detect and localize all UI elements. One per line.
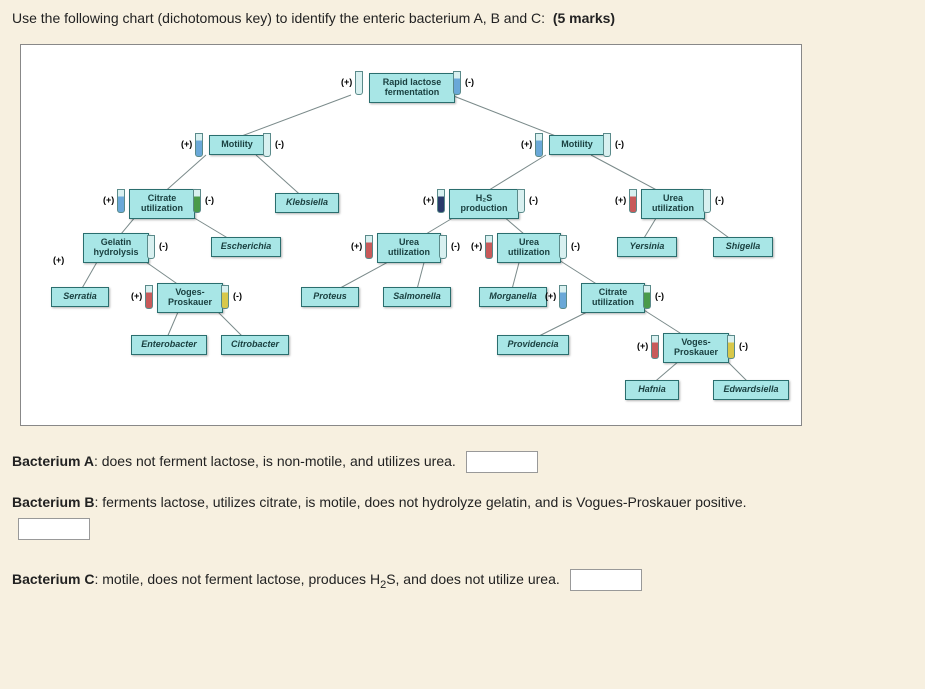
minus-sign: (-)	[465, 77, 474, 87]
node-vp-right: Voges-Proskauer	[663, 333, 729, 363]
dichotomous-key-chart: (+) Rapid lactose fermentation (-) (+) M…	[20, 44, 802, 426]
plus-sign: (+)	[545, 291, 556, 301]
minus-sign: (-)	[233, 291, 242, 301]
node-urea-m1: Urea utilization	[377, 233, 441, 263]
leaf-serratia: Serratia	[51, 287, 109, 307]
test-tube-icon	[453, 71, 461, 95]
leaf-edwardsiella: Edwardsiella	[713, 380, 789, 400]
minus-sign: (-)	[739, 341, 748, 351]
minus-sign: (-)	[275, 139, 284, 149]
test-tube-icon	[193, 189, 201, 213]
test-tube-icon	[559, 285, 567, 309]
test-tube-icon	[145, 285, 153, 309]
question-container: Use the following chart (dichotomous key…	[0, 0, 925, 622]
test-tube-icon	[517, 189, 525, 213]
node-gelatin: Gelatin hydrolysis	[83, 233, 149, 263]
test-tube-icon	[643, 285, 651, 309]
plus-sign: (+)	[615, 195, 626, 205]
test-tube-icon	[263, 133, 271, 157]
bacterium-a-label: Bacterium A	[12, 453, 94, 469]
test-tube-icon	[437, 189, 445, 213]
test-tube-icon	[603, 133, 611, 157]
leaf-citrobacter: Citrobacter	[221, 335, 289, 355]
leaf-escherichia: Escherichia	[211, 237, 281, 257]
test-tube-icon	[439, 235, 447, 259]
leaf-providencia: Providencia	[497, 335, 569, 355]
leaf-enterobacter: Enterobacter	[131, 335, 207, 355]
minus-sign: (-)	[715, 195, 724, 205]
leaf-salmonella: Salmonella	[383, 287, 451, 307]
test-tube-icon	[365, 235, 373, 259]
node-motility-right: Motility	[549, 135, 605, 155]
test-tube-icon	[651, 335, 659, 359]
node-root: Rapid lactose fermentation	[369, 73, 455, 103]
plus-sign: (+)	[131, 291, 142, 301]
minus-sign: (-)	[205, 195, 214, 205]
plus-sign: (+)	[351, 241, 362, 251]
test-tube-icon	[629, 189, 637, 213]
test-tube-icon	[117, 189, 125, 213]
minus-sign: (-)	[655, 291, 664, 301]
plus-sign: (+)	[103, 195, 114, 205]
plus-sign: (+)	[53, 255, 64, 265]
answer-blank-a[interactable]	[466, 451, 538, 473]
leaf-klebsiella: Klebsiella	[275, 193, 339, 213]
node-motility-left: Motility	[209, 135, 265, 155]
node-urea-right: Urea utilization	[641, 189, 705, 219]
test-tube-icon	[727, 335, 735, 359]
bacterium-c-label: Bacterium C	[12, 571, 94, 587]
answer-blank-b[interactable]	[18, 518, 90, 540]
plus-sign: (+)	[471, 241, 482, 251]
bacterium-a-desc: : does not ferment lactose, is non-motil…	[94, 453, 456, 469]
plus-sign: (+)	[637, 341, 648, 351]
bacterium-b-label: Bacterium B	[12, 494, 94, 510]
answer-blank-c[interactable]	[570, 569, 642, 591]
test-tube-icon	[559, 235, 567, 259]
bacterium-b-desc: : ferments lactose, utilizes citrate, is…	[94, 494, 746, 510]
minus-sign: (-)	[451, 241, 460, 251]
test-tube-icon	[147, 235, 155, 259]
minus-sign: (-)	[571, 241, 580, 251]
node-h2s: H₂S production	[449, 189, 519, 219]
test-tube-icon	[355, 71, 363, 95]
test-tube-icon	[535, 133, 543, 157]
leaf-shigella: Shigella	[713, 237, 773, 257]
leaf-hafnia: Hafnia	[625, 380, 679, 400]
question-prefix: Use the following chart (dichotomous key…	[12, 10, 545, 26]
node-vp-left: Voges-Proskauer	[157, 283, 223, 313]
node-urea-m2: Urea utilization	[497, 233, 561, 263]
minus-sign: (-)	[529, 195, 538, 205]
test-tube-icon	[195, 133, 203, 157]
plus-sign: (+)	[181, 139, 192, 149]
leaf-morganella: Morganella	[479, 287, 547, 307]
minus-sign: (-)	[615, 139, 624, 149]
bacterium-a-line: Bacterium A: does not ferment lactose, i…	[12, 450, 913, 473]
node-citrate-right: Citrate utilization	[581, 283, 645, 313]
plus-sign: (+)	[521, 139, 532, 149]
node-citrate: Citrate utilization	[129, 189, 195, 219]
minus-sign: (-)	[159, 241, 168, 251]
leaf-yersinia: Yersinia	[617, 237, 677, 257]
question-prompt: Use the following chart (dichotomous key…	[12, 10, 913, 26]
leaf-proteus: Proteus	[301, 287, 359, 307]
bacterium-c-line: Bacterium C: motile, does not ferment la…	[12, 568, 913, 594]
question-marks: (5 marks)	[553, 10, 615, 26]
bacterium-c-desc-post: S, and does not utilize urea.	[386, 571, 560, 587]
test-tube-icon	[221, 285, 229, 309]
plus-sign: (+)	[341, 77, 352, 87]
plus-sign: (+)	[423, 195, 434, 205]
test-tube-icon	[485, 235, 493, 259]
test-tube-icon	[703, 189, 711, 213]
bacterium-c-desc-pre: : motile, does not ferment lactose, prod…	[94, 571, 380, 587]
bacterium-b-line: Bacterium B: ferments lactose, utilizes …	[12, 491, 913, 539]
